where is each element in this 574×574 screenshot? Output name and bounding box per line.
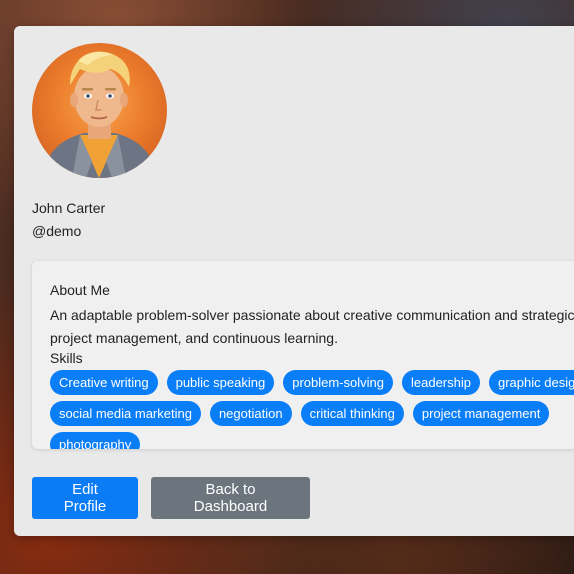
skill-tag: photography: [50, 432, 141, 449]
about-section: About Me An adaptable problem-solver pas…: [32, 261, 574, 449]
skills-title: Skills: [50, 350, 83, 366]
skill-tag: problem-solving: [283, 370, 393, 395]
skills-list: Creative writing public speaking problem…: [50, 370, 574, 449]
avatar-illustration: [42, 51, 157, 178]
profile-username: @demo: [32, 223, 82, 239]
back-to-dashboard-button[interactable]: Back to Dashboard: [151, 477, 310, 519]
edit-profile-button[interactable]: Edit Profile: [32, 477, 138, 519]
about-title: About Me: [50, 282, 110, 298]
about-text: An adaptable problem-solver passionate a…: [50, 307, 574, 346]
skill-tag: project management: [412, 401, 550, 426]
profile-card: John Carter @demo About Me An adaptable …: [14, 26, 574, 536]
skill-tag: graphic design: [488, 370, 574, 395]
skill-tag: leadership: [401, 370, 480, 395]
skill-tag: Creative writing: [50, 370, 158, 395]
skill-tag: negotiation: [209, 401, 292, 426]
profile-name: John Carter: [32, 200, 106, 216]
avatar: [32, 43, 167, 178]
skill-tag: public speaking: [166, 370, 275, 395]
skill-tag: social media marketing: [50, 401, 201, 426]
skill-tag: critical thinking: [300, 401, 404, 426]
